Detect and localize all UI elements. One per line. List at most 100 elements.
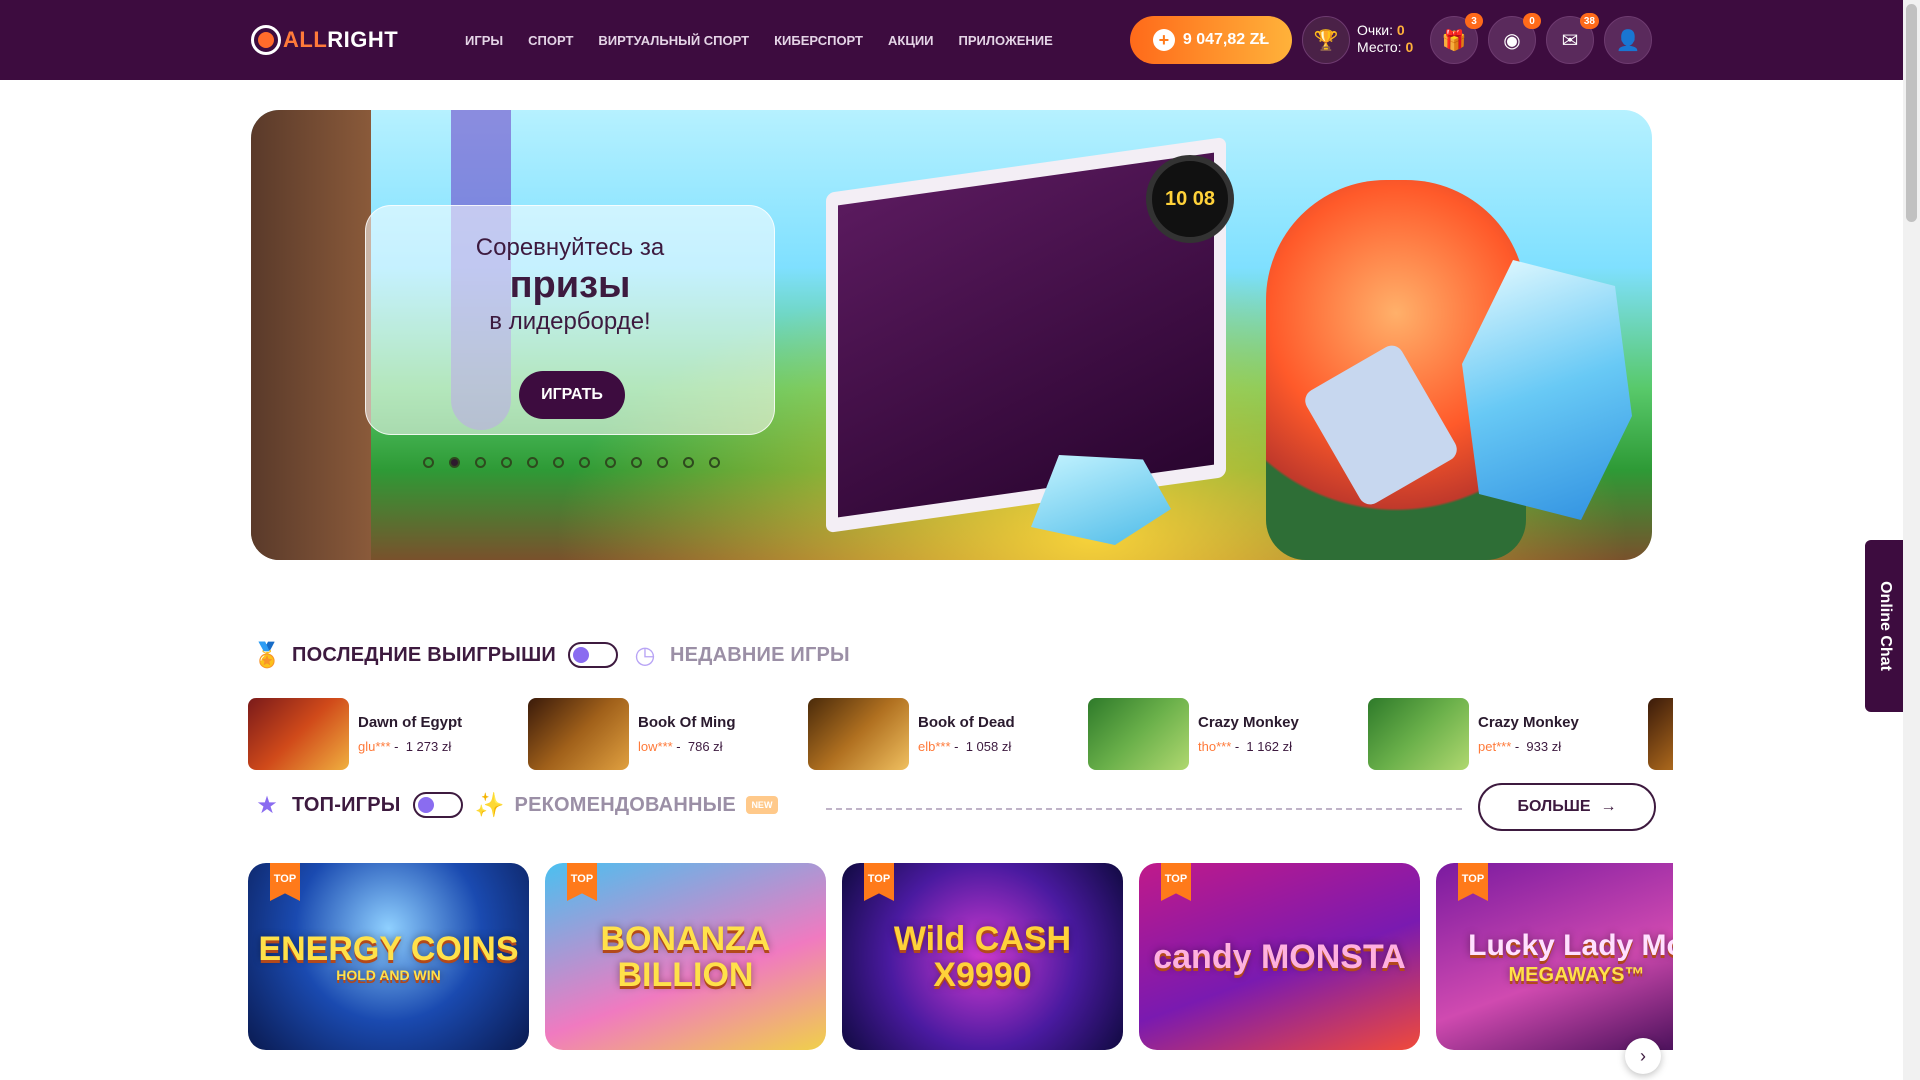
online-chat-label: Online Chat [1877, 581, 1894, 671]
leaderboard-points: Очки: 0 Место: 0 [1357, 22, 1413, 56]
smartwatch-prize-art: 10 08 [1146, 155, 1234, 243]
nav-sport[interactable]: СПОРТ [528, 33, 573, 48]
banner-tree-art [251, 110, 371, 560]
nav-esports[interactable]: КИБЕРСПОРТ [774, 33, 863, 48]
banner-dot[interactable] [423, 457, 434, 468]
promo-banner[interactable]: 10 08 Соревнуйтесь за призы в лидерборде… [251, 110, 1652, 560]
game-card[interactable]: TOP BONANZA BILLION [545, 863, 826, 1050]
banner-dot-active[interactable] [449, 457, 460, 468]
game-card[interactable]: TOP Lucky Lady Mo MEGAWAYS™ [1436, 863, 1673, 1050]
chevron-right-icon: › [1640, 1045, 1646, 1066]
more-button[interactable]: БОЛЬШЕ → [1478, 783, 1656, 831]
win-user: pet*** [1478, 739, 1512, 754]
win-game-name: Book Of Ming [638, 714, 736, 731]
balance-amount: 9 047,82 ZŁ [1182, 31, 1270, 48]
banner-dot[interactable] [709, 457, 720, 468]
top-games-carousel: TOP ENERGY COINS HOLD AND WIN TOP BONANZ… [248, 863, 1673, 1051]
game-thumbnail [1368, 698, 1469, 770]
win-item[interactable]: Book Of Ming low*** - 786 zł [528, 698, 798, 770]
win-item[interactable]: Book of Dead elb*** - 1 058 zł [808, 698, 1078, 770]
game-thumbnail [1088, 698, 1189, 770]
wheel-icon: ◉ [1503, 29, 1521, 52]
win-game-name: Crazy Monkey [1478, 714, 1579, 731]
win-item-partial[interactable] [1648, 698, 1673, 770]
banner-dot[interactable] [527, 457, 538, 468]
site-logo[interactable]: ALLRIGHT [251, 24, 398, 56]
banner-play-button[interactable]: ИГРАТЬ [519, 371, 625, 419]
arrow-right-icon: → [1600, 798, 1617, 815]
win-item[interactable]: Crazy Monkey tho*** - 1 162 zł [1088, 698, 1358, 770]
plus-icon: + [1152, 29, 1175, 51]
trophy-button[interactable]: 🏆 [1302, 16, 1350, 64]
banner-line-2: призы [509, 264, 631, 306]
messages-button[interactable]: ✉ 38 [1546, 13, 1599, 64]
game-title: candy MONSTA [1153, 937, 1406, 976]
banner-dot[interactable] [579, 457, 590, 468]
carousel-next-button[interactable]: › [1625, 1038, 1661, 1074]
new-badge: NEW [745, 796, 778, 814]
gifts-badge: 3 [1465, 13, 1483, 29]
win-user: glu*** [358, 739, 391, 754]
wins-title[interactable]: ПОСЛЕДНИЕ ВЫИГРЫШИ [292, 644, 556, 667]
nav-app[interactable]: ПРИЛОЖЕНИЕ [959, 33, 1053, 48]
win-user: tho*** [1198, 739, 1232, 754]
banner-dot[interactable] [657, 457, 668, 468]
win-amount: 1 058 zł [965, 739, 1012, 754]
banner-line-1: Соревнуйтесь за [475, 234, 665, 261]
recent-games-title[interactable]: НЕДАВНИЕ ИГРЫ [670, 644, 850, 667]
win-game-name: Crazy Monkey [1198, 714, 1299, 731]
nav-promotions[interactable]: АКЦИИ [888, 33, 934, 48]
main-nav: ИГРЫ СПОРТ ВИРТУАЛЬНЫЙ СПОРТ КИБЕРСПОРТ … [465, 0, 1053, 80]
online-chat-tab[interactable]: Online Chat [1865, 540, 1905, 712]
nav-virtual-sport[interactable]: ВИРТУАЛЬНЫЙ СПОРТ [598, 33, 749, 48]
points-label: Очки: [1357, 22, 1394, 38]
top-header: ALLRIGHT ИГРЫ СПОРТ ВИРТУАЛЬНЫЙ СПОРТ КИ… [0, 0, 1903, 80]
win-amount: 1 162 zł [1246, 739, 1292, 754]
win-item[interactable]: Dawn of Egypt glu*** - 1 273 zł [248, 698, 518, 770]
game-card[interactable]: TOP Wild CASH X9990 [842, 863, 1123, 1050]
banner-dot[interactable] [501, 457, 512, 468]
magic-wand-icon: ✨ [474, 791, 505, 819]
top-recommended-toggle[interactable] [412, 792, 463, 818]
section-divider [826, 808, 1462, 810]
logo-text: ALLRIGHT [283, 27, 399, 52]
gifts-button[interactable]: 🎁 3 [1430, 13, 1483, 64]
trophy-icon: 🏆 [1313, 29, 1339, 52]
game-card[interactable]: TOP ENERGY COINS HOLD AND WIN [248, 863, 529, 1050]
medal-icon: 🏅 [252, 641, 282, 669]
wins-recent-toggle[interactable] [567, 642, 618, 668]
banner-dot[interactable] [553, 457, 564, 468]
top-tag: TOP [1161, 863, 1191, 901]
top-games-title[interactable]: ТОП-ИГРЫ [292, 794, 401, 817]
nav-games[interactable]: ИГРЫ [465, 33, 503, 48]
win-amount: 1 273 zł [405, 739, 452, 754]
recommended-title[interactable]: РЕКОМЕНДОВАННЫЕ [515, 794, 736, 817]
game-thumbnail [248, 698, 349, 770]
profile-icon: 👤 [1615, 29, 1641, 52]
top-tag: TOP [1458, 863, 1488, 901]
game-thumbnail [808, 698, 909, 770]
page-scrollbar-thumb[interactable] [1906, 4, 1917, 222]
win-game-name: Book of Dead [918, 714, 1015, 731]
game-card[interactable]: TOP candy MONSTA [1139, 863, 1420, 1050]
win-amount: 933 zł [1526, 739, 1562, 754]
banner-text-panel: Соревнуйтесь за призы в лидерборде! ИГРА… [365, 205, 775, 435]
game-title: Lucky Lady Mo [1468, 928, 1673, 962]
profile-button[interactable]: 👤 [1604, 16, 1652, 64]
banner-dot[interactable] [631, 457, 642, 468]
wheel-badge: 0 [1523, 13, 1541, 29]
game-title: Wild CASH X9990 [893, 919, 1072, 994]
banner-dot[interactable] [605, 457, 616, 468]
top-games-section-header: ★ ТОП-ИГРЫ ✨ РЕКОМЕНДОВАННЫЕ NEW [252, 790, 778, 820]
clock-icon: ◷ [634, 641, 656, 669]
win-item[interactable]: Crazy Monkey pet*** - 933 zł [1368, 698, 1638, 770]
game-thumbnail [528, 698, 629, 770]
points-value: 0 [1396, 22, 1405, 38]
gift-icon: 🎁 [1441, 29, 1467, 52]
logo-icon [251, 25, 281, 55]
top-tag: TOP [864, 863, 894, 901]
wheel-button[interactable]: ◉ 0 [1488, 13, 1541, 64]
banner-dot[interactable] [683, 457, 694, 468]
deposit-balance-button[interactable]: + 9 047,82 ZŁ [1130, 16, 1292, 64]
banner-dot[interactable] [475, 457, 486, 468]
